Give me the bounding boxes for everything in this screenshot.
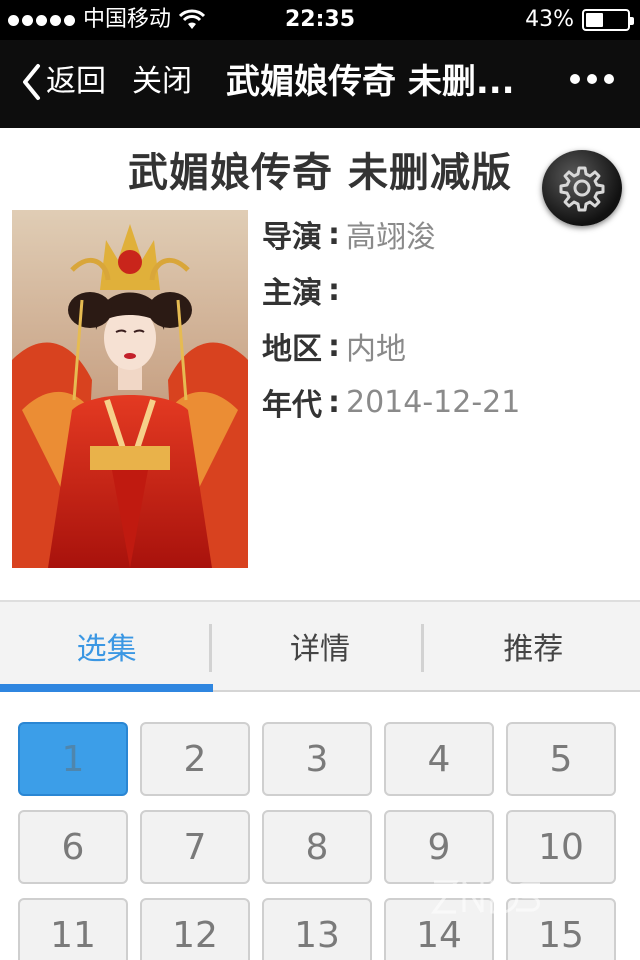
tab-divider [421, 624, 424, 672]
info-separator: : [328, 272, 340, 308]
info-separator: : [328, 216, 340, 252]
back-button[interactable]: 返回 [20, 62, 106, 102]
info-year: 年代 : 2014-12-21 [262, 374, 520, 430]
episode-button[interactable]: 12 [140, 898, 250, 960]
settings-button[interactable] [542, 150, 622, 226]
nav-title: 武媚娘传奇 未删... [226, 62, 515, 102]
info-value: 内地 [346, 332, 406, 367]
movie-info: 导演 : 高翊浚 主演 : 地区 : 内地 年代 : 2014-12-21 [262, 206, 520, 430]
episode-button[interactable]: 3 [262, 722, 372, 796]
info-director: 导演 : 高翊浚 [262, 206, 520, 262]
episode-button[interactable]: 5 [506, 722, 616, 796]
info-key: 年代 [262, 388, 322, 423]
episode-button[interactable]: 13 [262, 898, 372, 960]
episode-button[interactable]: 2 [140, 722, 250, 796]
signal-strength-icon [8, 14, 75, 26]
tab-bar: 选集 详情 推荐 [0, 600, 640, 692]
episode-button[interactable]: 8 [262, 810, 372, 884]
poster-image[interactable] [12, 210, 248, 568]
poster-illustration [12, 210, 248, 568]
more-dots-icon[interactable] [570, 74, 614, 84]
episode-button[interactable]: 11 [18, 898, 128, 960]
episode-button[interactable]: 6 [18, 810, 128, 884]
nav-bar: 返回 关闭 武媚娘传奇 未删... [0, 40, 640, 128]
status-right: 43% [525, 6, 634, 34]
info-separator: : [328, 384, 340, 420]
info-key: 导演 [262, 220, 322, 255]
battery-icon [582, 9, 634, 31]
info-value: 2014-12-21 [346, 384, 521, 420]
info-key: 地区 [262, 332, 322, 367]
episode-button[interactable]: 7 [140, 810, 250, 884]
info-cast: 主演 : [262, 262, 520, 318]
tab-recommend[interactable]: 推荐 [427, 602, 640, 690]
info-value: 高翊浚 [346, 220, 436, 255]
back-label: 返回 [46, 64, 106, 99]
tab-details[interactable]: 详情 [213, 602, 426, 690]
carrier-name: 中国移动 [83, 7, 172, 32]
tab-episodes[interactable]: 选集 [0, 602, 214, 692]
info-key: 主演 [262, 276, 322, 311]
chevron-left-icon [23, 64, 40, 100]
close-button[interactable]: 关闭 [132, 62, 192, 102]
status-left: 中国移动 [8, 6, 206, 34]
info-separator: : [328, 328, 340, 364]
episode-button[interactable]: 1 [18, 722, 128, 796]
watermark-logo [431, 880, 540, 914]
episode-grid: 1 2 3 4 5 6 7 8 9 10 11 12 13 14 15 [18, 722, 618, 960]
info-region: 地区 : 内地 [262, 318, 520, 374]
gear-icon [559, 166, 605, 212]
status-bar: 中国移动 22:35 43% [0, 0, 640, 40]
episode-button[interactable]: 4 [384, 722, 494, 796]
tab-divider [209, 624, 212, 672]
wifi-icon [179, 9, 206, 29]
battery-percent: 43% [525, 7, 574, 32]
